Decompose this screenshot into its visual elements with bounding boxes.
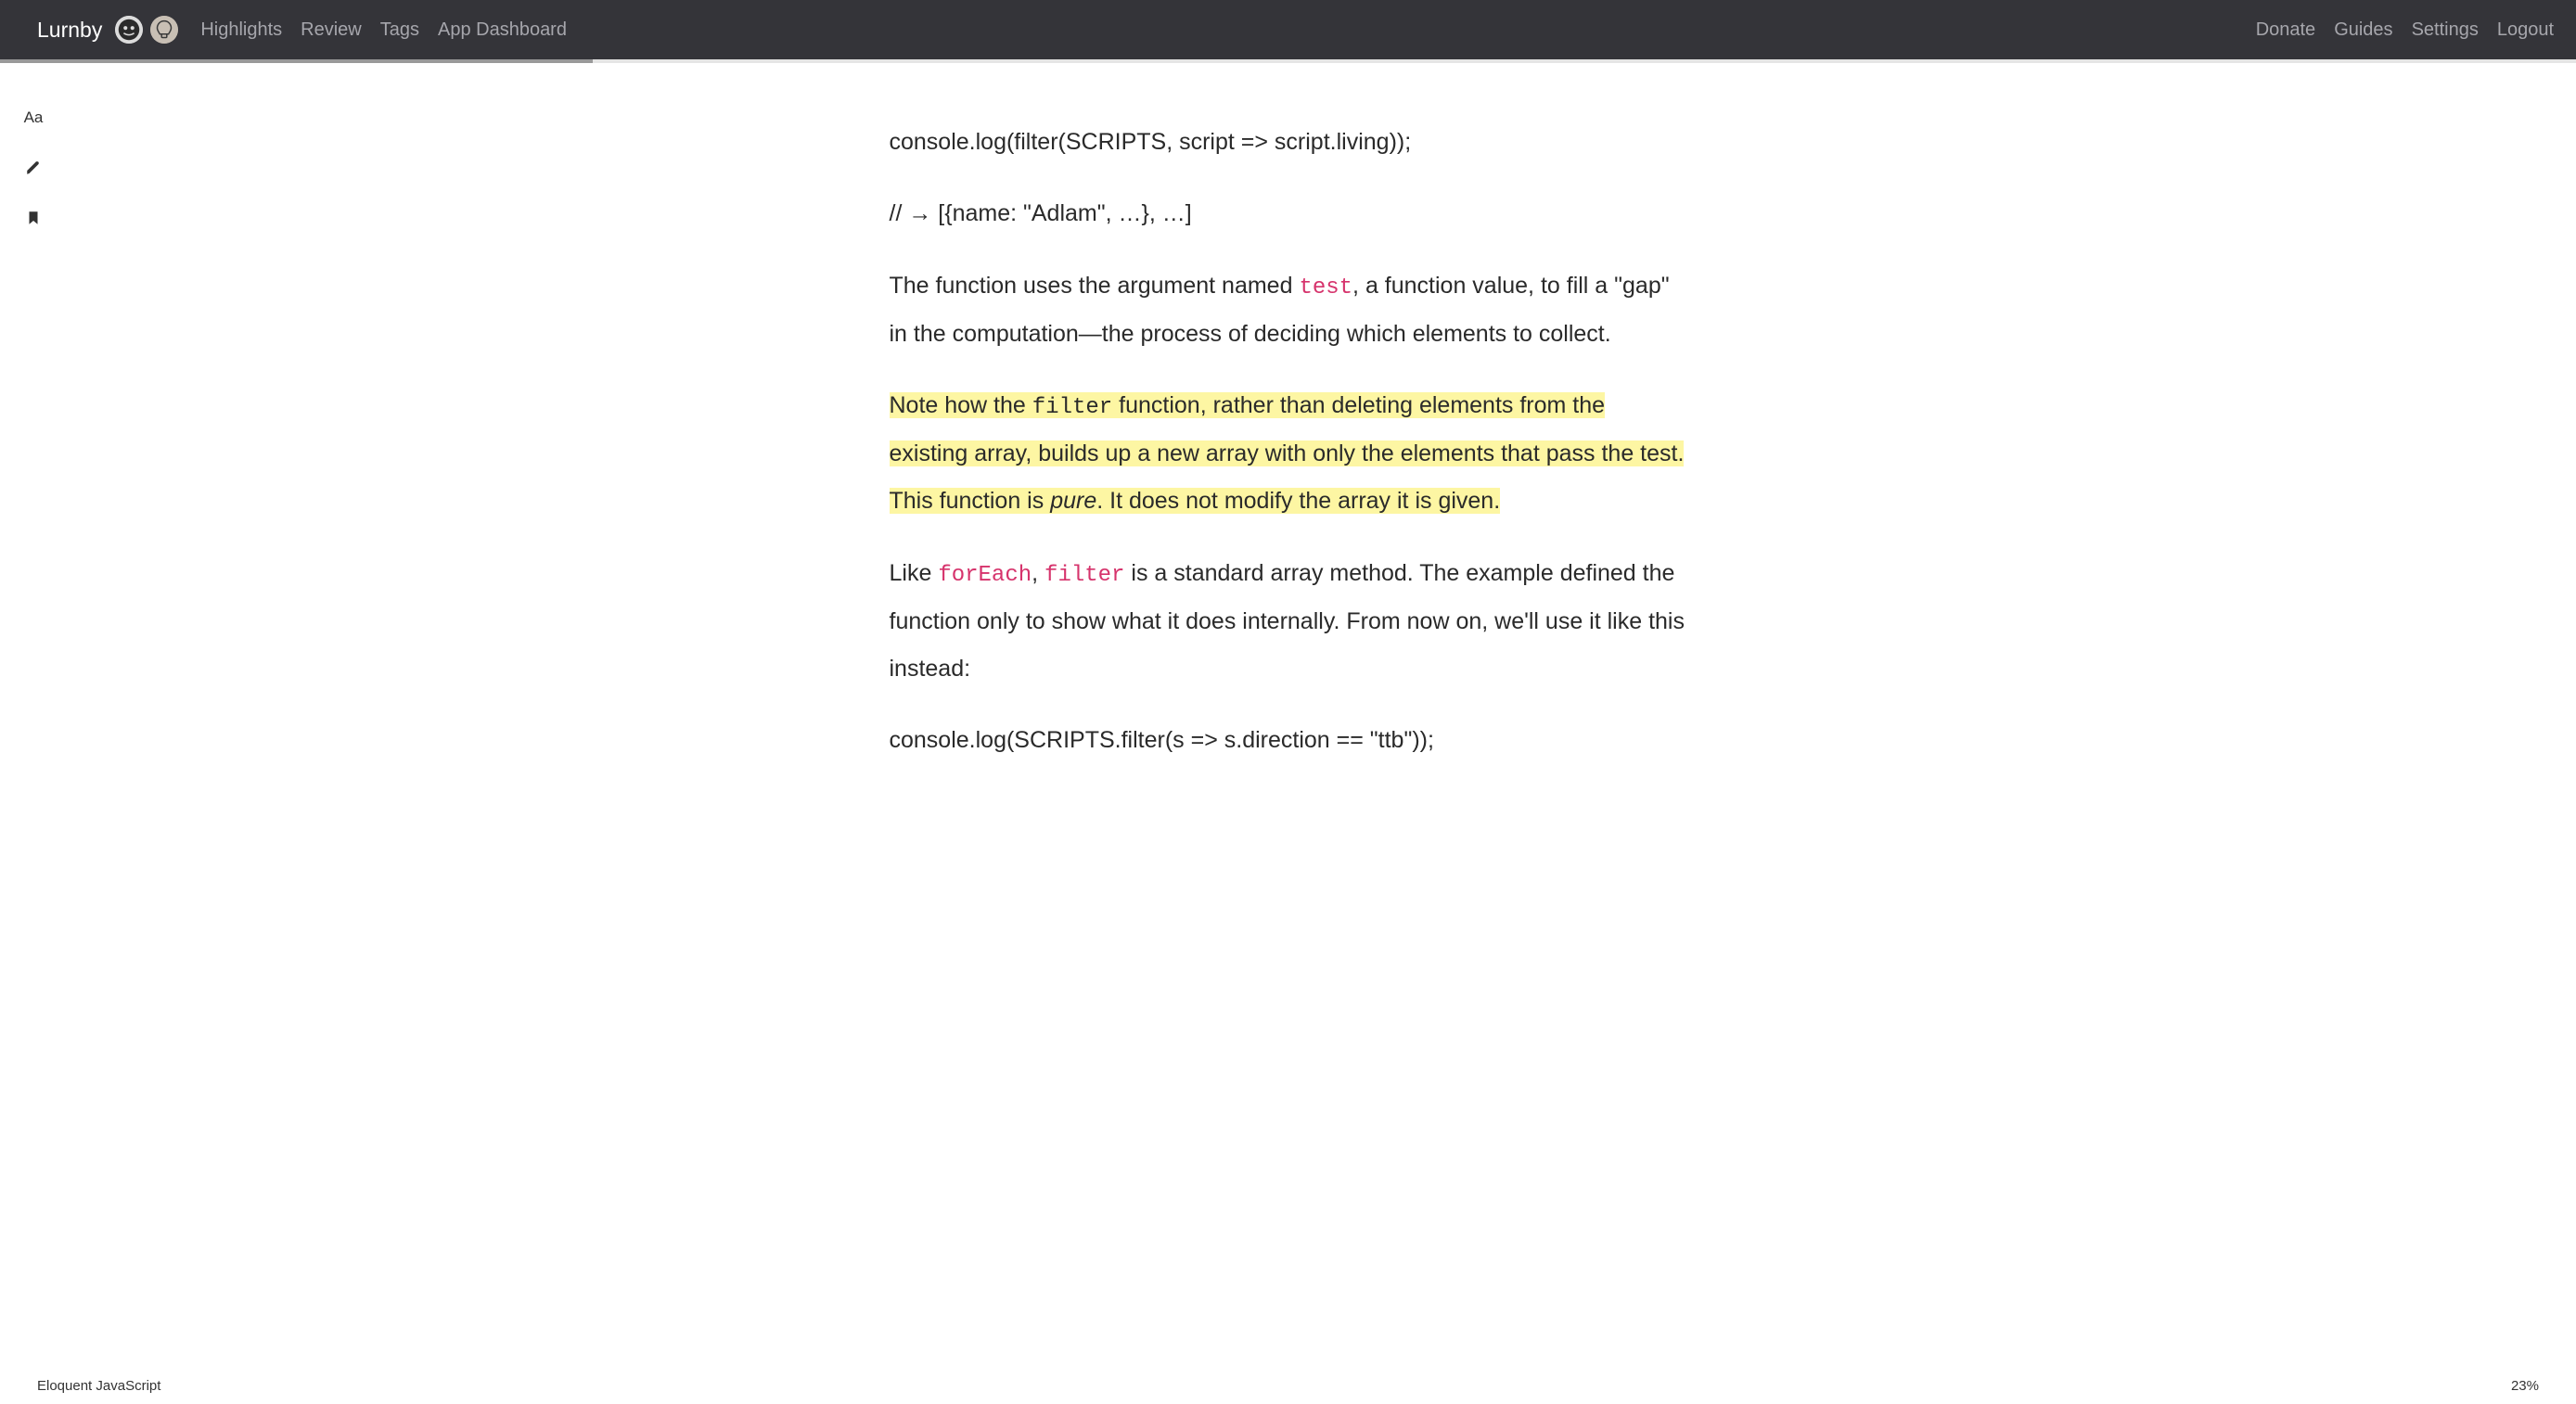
brand-logo[interactable]: Lurnby	[37, 18, 102, 43]
nav-review[interactable]: Review	[301, 19, 362, 41]
avatar-1[interactable]	[115, 16, 143, 44]
nav-highlights[interactable]: Highlights	[200, 19, 282, 41]
content-scroll[interactable]: console.log(filter(SCRIPTS, script => sc…	[0, 63, 2576, 1367]
code-inline-foreach: forEach	[938, 563, 1032, 588]
avatar-group	[115, 16, 178, 44]
code-block-1-line-2: // → [{name: "Adlam", …}, …]	[890, 190, 1687, 237]
paragraph-2-highlighted: Note how the filter function, rather tha…	[890, 382, 1687, 526]
code-block-1-line-1: console.log(filter(SCRIPTS, script => sc…	[890, 119, 1687, 166]
nav-guides[interactable]: Guides	[2334, 19, 2392, 41]
paragraph-3: Like forEach, filter is a standard array…	[890, 550, 1687, 694]
face-icon	[115, 16, 143, 44]
paragraph-1: The function uses the argument named tes…	[890, 262, 1687, 358]
nav-tags[interactable]: Tags	[380, 19, 419, 41]
highlight-span[interactable]: Note how the filter function, rather tha…	[890, 392, 1685, 514]
para2-pure: pure	[1050, 488, 1096, 514]
footer-bar: Eloquent JavaScript 23%	[0, 1367, 2576, 1404]
code-inline-filter-hl: filter	[1032, 395, 1112, 420]
nav-logout[interactable]: Logout	[2497, 19, 2554, 41]
nav-app-dashboard[interactable]: App Dashboard	[438, 19, 567, 41]
para3-pre: Like	[890, 560, 939, 586]
para1-pre: The function uses the argument named	[890, 273, 1300, 299]
para2-pre: Note how the	[890, 392, 1032, 418]
footer-book-title: Eloquent JavaScript	[37, 1378, 160, 1394]
nav-right-group: Donate Guides Settings Logout	[2256, 19, 2554, 41]
top-navbar: Lurnby Highlights Review Tags App Dashbo…	[0, 0, 2576, 59]
code-inline-filter: filter	[1044, 563, 1124, 588]
nav-left-group: Highlights Review Tags App Dashboard	[200, 19, 567, 41]
footer-progress-percent: 23%	[2511, 1378, 2539, 1394]
nav-donate[interactable]: Donate	[2256, 19, 2316, 41]
article-body: console.log(filter(SCRIPTS, script => sc…	[862, 63, 1715, 863]
code-block-2-line-1: console.log(SCRIPTS.filter(s => s.direct…	[890, 717, 1687, 764]
lightbulb-icon	[150, 16, 178, 44]
avatar-2[interactable]	[150, 16, 178, 44]
para3-sep: ,	[1032, 560, 1044, 586]
nav-settings[interactable]: Settings	[2412, 19, 2479, 41]
para2-post: . It does not modify the array it is giv…	[1096, 488, 1500, 514]
code-inline-test: test	[1299, 275, 1352, 300]
